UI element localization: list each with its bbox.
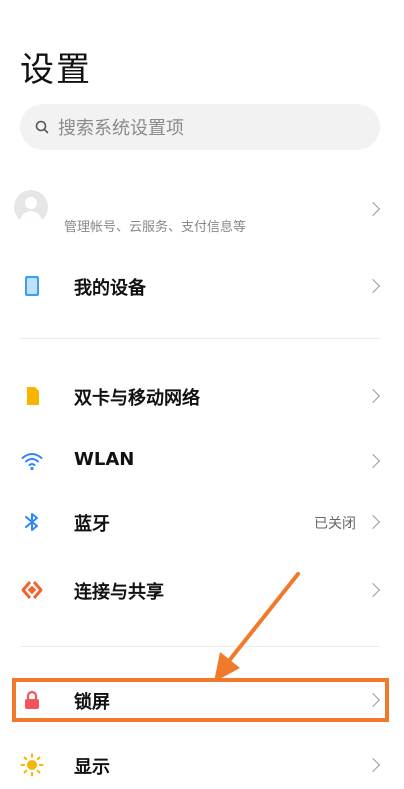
highlight-box: [12, 678, 389, 722]
avatar: [14, 190, 48, 224]
settings-item-label: 蓝牙: [74, 514, 110, 535]
account-subtitle: 管理帐号、云服务、支付信息等: [64, 220, 247, 235]
chevron-right-icon: [365, 582, 381, 598]
divider: [20, 338, 380, 339]
settings-item-bluetooth[interactable]: 蓝牙 已关闭: [0, 498, 404, 546]
settings-item-label: 我的设备: [74, 278, 146, 299]
settings-item-label: WLAN: [74, 449, 135, 470]
account-row[interactable]: 管理帐号、云服务、支付信息等: [0, 182, 404, 242]
chevron-right-icon: [365, 278, 381, 294]
bluetooth-icon: [25, 513, 38, 531]
settings-item-label: 连接与共享: [74, 582, 164, 603]
bluetooth-status: 已关闭: [314, 516, 356, 532]
settings-item-my-device[interactable]: 我的设备: [0, 262, 404, 310]
page-title: 设置: [20, 50, 92, 90]
sun-icon: [20, 753, 44, 777]
wifi-icon: [21, 453, 43, 471]
search-icon: [35, 120, 49, 134]
settings-item-label: 显示: [74, 757, 110, 778]
search-placeholder: 搜索系统设置项: [58, 118, 184, 139]
settings-item-connection-sharing[interactable]: 连接与共享: [0, 566, 404, 614]
chevron-right-icon: [365, 388, 381, 404]
chevron-right-icon: [365, 201, 381, 217]
settings-item-display[interactable]: 显示: [0, 741, 404, 789]
settings-item-label: 双卡与移动网络: [74, 388, 200, 409]
device-icon: [25, 276, 39, 296]
chevron-right-icon: [365, 514, 381, 530]
share-icon: [21, 581, 43, 599]
settings-item-wlan[interactable]: WLAN: [0, 437, 404, 485]
chevron-right-icon: [365, 757, 381, 773]
sim-card-icon: [27, 387, 39, 405]
search-bar[interactable]: 搜索系统设置项: [20, 104, 380, 150]
divider: [20, 646, 380, 647]
settings-item-sim-network[interactable]: 双卡与移动网络: [0, 372, 404, 420]
chevron-right-icon: [365, 453, 381, 469]
